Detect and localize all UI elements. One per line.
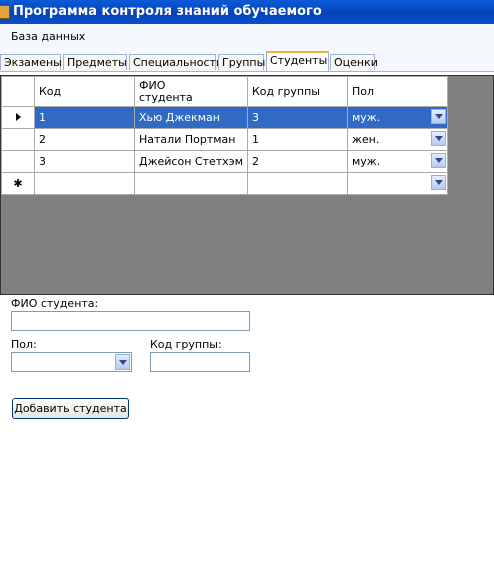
cell-group[interactable]: 2 xyxy=(247,150,348,173)
fio-label: ФИО студента: xyxy=(11,297,99,310)
tab-strip: Экзамены Предметы Специальности Группы С… xyxy=(0,50,494,72)
new-table-row[interactable]: ✱ xyxy=(1,172,448,195)
chevron-down-icon[interactable] xyxy=(431,153,446,168)
cell-code[interactable]: 2 xyxy=(34,128,135,151)
chevron-down-icon[interactable] xyxy=(431,109,446,124)
table-row[interactable]: 1 Хью Джекман 3 муж. xyxy=(1,106,448,129)
cell-fio[interactable]: Натали Портман xyxy=(134,128,248,151)
app-icon xyxy=(0,5,10,19)
column-header-group[interactable]: Код группы xyxy=(247,76,348,107)
column-header-fio[interactable]: ФИО студента xyxy=(134,76,248,107)
cell-code[interactable]: 3 xyxy=(34,150,135,173)
tab-specialties[interactable]: Специальности xyxy=(129,54,223,70)
cell-sex-value: муж. xyxy=(352,111,381,124)
tab-exams[interactable]: Экзамены xyxy=(0,54,62,70)
new-cell-fio[interactable] xyxy=(134,172,248,195)
window-titlebar: Программа контроля знаний обучаемого xyxy=(0,0,494,24)
current-row-arrow-icon xyxy=(15,113,21,121)
cell-sex-dropdown[interactable]: жен. xyxy=(347,128,448,151)
table-row[interactable]: 3 Джейсон Стетхэм 2 муж. xyxy=(1,150,448,173)
new-cell-sex-dropdown[interactable] xyxy=(347,172,448,195)
tab-divider xyxy=(0,71,494,72)
cell-group[interactable]: 3 xyxy=(247,106,348,129)
cell-fio[interactable]: Джейсон Стетхэм xyxy=(134,150,248,173)
row-header[interactable] xyxy=(1,150,35,173)
chevron-down-icon[interactable] xyxy=(431,131,446,146)
tab-subjects[interactable]: Предметы xyxy=(63,54,127,70)
new-cell-group[interactable] xyxy=(247,172,348,195)
cell-group[interactable]: 1 xyxy=(247,128,348,151)
row-header[interactable] xyxy=(1,128,35,151)
group-label: Код группы: xyxy=(150,338,222,351)
add-student-button[interactable]: Добавить студента xyxy=(12,398,129,419)
fio-input[interactable] xyxy=(11,311,250,331)
cell-sex-value: муж. xyxy=(352,155,381,168)
sex-select[interactable] xyxy=(11,352,132,372)
cell-fio[interactable]: Хью Джекман xyxy=(134,106,248,129)
cell-sex-dropdown[interactable]: муж. xyxy=(347,106,448,129)
column-header-sex[interactable]: Пол xyxy=(347,76,448,107)
table-row[interactable]: 2 Натали Портман 1 жен. xyxy=(1,128,448,151)
sex-label: Пол: xyxy=(11,338,37,351)
tab-students[interactable]: Студенты xyxy=(266,51,329,71)
chevron-down-icon[interactable] xyxy=(115,354,130,370)
grid-header-row: Код ФИО студента Код группы Пол xyxy=(1,76,448,107)
menu-bar: База данных xyxy=(0,25,494,47)
cell-sex-dropdown[interactable]: муж. xyxy=(347,150,448,173)
column-header-code[interactable]: Код xyxy=(34,76,135,107)
tab-grades[interactable]: Оценки xyxy=(330,54,378,70)
cell-sex-value: жен. xyxy=(352,133,380,146)
grid-corner-cell[interactable] xyxy=(1,76,35,107)
students-grid[interactable]: Код ФИО студента Код группы Пол 1 Хью Дже… xyxy=(0,75,494,295)
new-row-marker-icon: ✱ xyxy=(1,172,35,195)
tab-groups[interactable]: Группы xyxy=(218,54,265,70)
chevron-down-icon[interactable] xyxy=(431,175,446,190)
window-title: Программа контроля знаний обучаемого xyxy=(13,4,322,19)
column-header-fio-line2: студента xyxy=(139,90,193,104)
menu-item-database[interactable]: База данных xyxy=(11,30,85,43)
new-cell-code[interactable] xyxy=(34,172,135,195)
row-header-current[interactable] xyxy=(1,106,35,129)
group-input[interactable] xyxy=(150,352,250,372)
cell-code[interactable]: 1 xyxy=(34,106,135,129)
students-table: Код ФИО студента Код группы Пол 1 Хью Дже… xyxy=(1,76,448,195)
